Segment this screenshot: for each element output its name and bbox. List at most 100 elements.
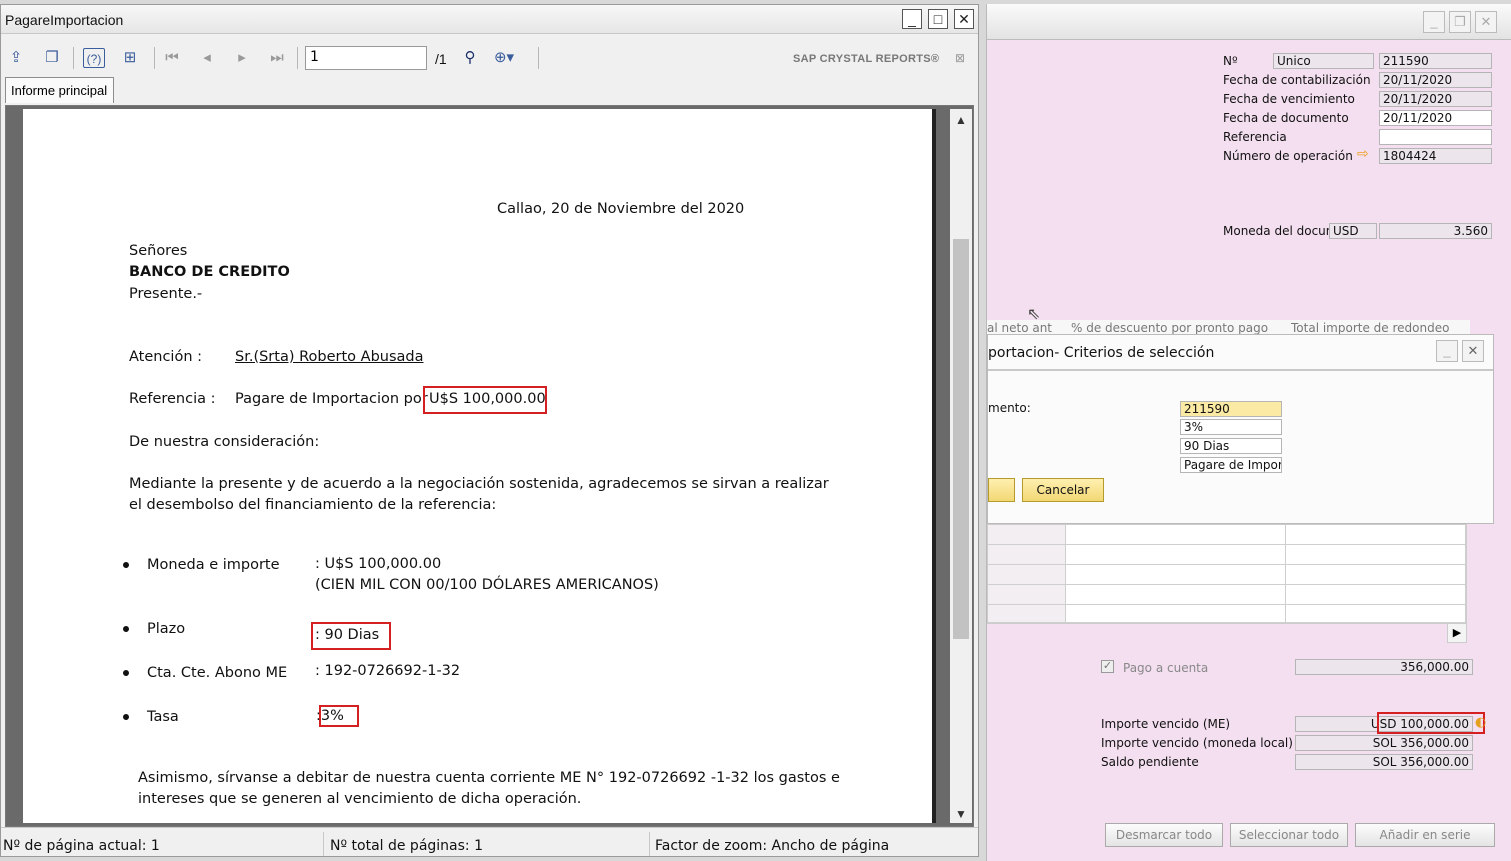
help-icon[interactable]: (?): [83, 48, 105, 68]
zoom-status: Factor de zoom: Ancho de página: [655, 838, 890, 854]
last-page-icon[interactable]: ⏭: [266, 48, 288, 68]
salutation: Señores: [129, 243, 188, 259]
pago-cuenta-label: Pago a cuenta: [1123, 661, 1209, 675]
cancel-button[interactable]: Cancelar: [1022, 478, 1104, 502]
mouse-cursor-icon: ⇖: [1027, 304, 1041, 323]
item-extra: (CIEN MIL CON 00/100 DÓLARES AMERICANOS): [315, 577, 659, 593]
sap-title-bar: _ ❐ ✕: [987, 4, 1511, 40]
fecha-vencimiento-label: Fecha de vencimiento: [1223, 92, 1355, 106]
status-bar: Nº de página actual: 1 Nº total de págin…: [1, 827, 978, 856]
page-total: /1: [435, 51, 447, 67]
previous-page-icon[interactable]: ◂: [196, 48, 218, 68]
importe-vencido-me-label: Importe vencido (ME): [1101, 717, 1231, 731]
moneda-label: Moneda del docum: [1223, 224, 1338, 238]
close-toolbar-icon[interactable]: ⊠: [949, 48, 971, 68]
doc-number-field[interactable]: 211590: [1379, 53, 1492, 69]
grid-col-header[interactable]: Total importe de redondeo: [1291, 321, 1449, 335]
fecha-vencimiento-field[interactable]: 20/11/2020: [1379, 91, 1492, 107]
find-icon[interactable]: ⚲: [459, 48, 481, 68]
dialog-minimize-button[interactable]: _: [1436, 340, 1458, 362]
copy-icon[interactable]: ❐: [41, 48, 63, 68]
sap-payment-form: _ ❐ ✕ Nº Unico 211590 Fecha de contabili…: [986, 4, 1511, 861]
attention-label: Atención :: [129, 349, 203, 365]
vertical-scrollbar[interactable]: ▲ ▼: [950, 109, 972, 823]
criteria-rate-field[interactable]: 3%: [1180, 419, 1282, 435]
body-line-1: Mediante la presente y de acuerdo a la n…: [129, 476, 829, 492]
link-arrow-icon[interactable]: ⇨: [1357, 146, 1369, 162]
dialog-title-bar: portacion- Criterios de selección _ ✕: [988, 335, 1493, 371]
report-page: Callao, 20 de Noviembre del 2020 Señores…: [23, 109, 932, 823]
moneda-select[interactable]: USD: [1329, 223, 1377, 239]
page-edge: [932, 109, 936, 823]
first-page-icon[interactable]: ⏮: [161, 48, 183, 68]
highlight-box: [311, 622, 391, 650]
item-label: Moneda e importe: [147, 557, 280, 573]
link-arrow-icon[interactable]: ◐: [1475, 715, 1486, 730]
reference-value: Pagare de Importacion por: [235, 391, 428, 407]
bank-name: BANCO DE CREDITO: [129, 264, 290, 280]
criteria-doc-field[interactable]: 211590: [1180, 401, 1282, 417]
tipo-cambio-field[interactable]: 3.560: [1379, 223, 1492, 239]
grid-col-header[interactable]: al neto ant: [987, 321, 1052, 335]
fecha-documento-field[interactable]: 20/11/2020: [1379, 110, 1492, 126]
bullet: [123, 626, 129, 632]
criteria-reference-field[interactable]: Pagare de Import: [1180, 457, 1282, 473]
scroll-thumb[interactable]: [953, 239, 969, 639]
window-title: PagareImportacion: [5, 12, 124, 28]
crystal-toolbar: ⇪ ❐ (?) ⊞ ⏮ ◂ ▸ ⏭ 1 /1 ⚲ ⊕▾ SAP CRYSTAL …: [1, 41, 978, 73]
dialog-field-label: mento:: [988, 401, 1031, 415]
seleccionar-todo-button[interactable]: Seleccionar todo: [1230, 823, 1348, 847]
numero-operacion-label: Número de operación: [1223, 149, 1353, 163]
reference-label: Referencia :: [129, 391, 216, 407]
date-line: Callao, 20 de Noviembre del 2020: [497, 201, 745, 217]
series-select[interactable]: Unico: [1273, 53, 1374, 69]
desmarcar-todo-button[interactable]: Desmarcar todo: [1105, 823, 1223, 847]
close-button[interactable]: ✕: [954, 9, 974, 29]
crystal-report-window: PagareImportacion _ □ ✕ ⇪ ❐ (?) ⊞ ⏮ ◂ ▸ …: [0, 4, 979, 857]
anadir-en-serie-button[interactable]: Añadir en serie: [1355, 823, 1495, 847]
no-label: Nº: [1223, 54, 1238, 68]
fecha-contabilizacion-field[interactable]: 20/11/2020: [1379, 72, 1492, 88]
scroll-down-icon[interactable]: ▼: [950, 807, 972, 821]
dialog-title: portacion- Criterios de selección: [988, 345, 1215, 361]
scroll-right-icon[interactable]: ▶: [1447, 623, 1467, 643]
bullet: [123, 714, 129, 720]
restore-button[interactable]: ❐: [1449, 11, 1471, 33]
highlight-box: [319, 705, 359, 727]
pago-cuenta-checkbox[interactable]: ✓: [1101, 660, 1114, 673]
consideration: De nuestra consideración:: [129, 434, 320, 450]
group-tree-icon[interactable]: ⊞: [119, 48, 141, 68]
export-icon[interactable]: ⇪: [5, 48, 27, 68]
item-label: Tasa: [147, 709, 179, 725]
pago-cuenta-field[interactable]: 356,000.00: [1295, 659, 1473, 675]
grid-col-header[interactable]: % de descuento por pronto pago: [1071, 321, 1268, 335]
highlight-box: [1377, 712, 1485, 734]
item-value: : 192-0726692-1-32: [315, 663, 461, 679]
crystal-title-bar: PagareImportacion _ □ ✕: [1, 5, 978, 34]
item-value: : U$S 100,000.00: [315, 556, 442, 572]
scroll-up-icon[interactable]: ▲: [950, 113, 972, 127]
zoom-icon[interactable]: ⊕▾: [493, 48, 515, 68]
criteria-term-field[interactable]: 90 Dias: [1180, 438, 1282, 454]
maximize-button[interactable]: □: [928, 9, 948, 29]
saldo-pendiente-field[interactable]: SOL 356,000.00: [1295, 754, 1473, 770]
bullet: [123, 670, 129, 676]
minimize-button[interactable]: _: [1423, 11, 1445, 33]
body-line-2: el desembolso del financiamiento de la r…: [129, 497, 497, 513]
numero-operacion-field[interactable]: 1804424: [1379, 148, 1492, 164]
importe-vencido-ml-field[interactable]: SOL 356,000.00: [1295, 735, 1473, 751]
minimize-button[interactable]: _: [902, 9, 922, 29]
close-button[interactable]: ✕: [1475, 11, 1497, 33]
grid-body: [987, 524, 1467, 624]
dialog-close-button[interactable]: ✕: [1462, 340, 1484, 362]
next-page-icon[interactable]: ▸: [231, 48, 253, 68]
importe-vencido-ml-label: Importe vencido (moneda local): [1101, 736, 1293, 750]
tab-main-report[interactable]: Informe principal: [5, 77, 115, 103]
page-number-input[interactable]: 1: [305, 46, 427, 70]
ok-button[interactable]: [988, 478, 1015, 502]
referencia-field[interactable]: [1379, 129, 1492, 145]
highlight-box: [423, 386, 547, 414]
fecha-contabilizacion-label: Fecha de contabilización: [1223, 73, 1371, 87]
fecha-documento-label: Fecha de documento: [1223, 111, 1349, 125]
presente: Presente.-: [129, 286, 203, 302]
